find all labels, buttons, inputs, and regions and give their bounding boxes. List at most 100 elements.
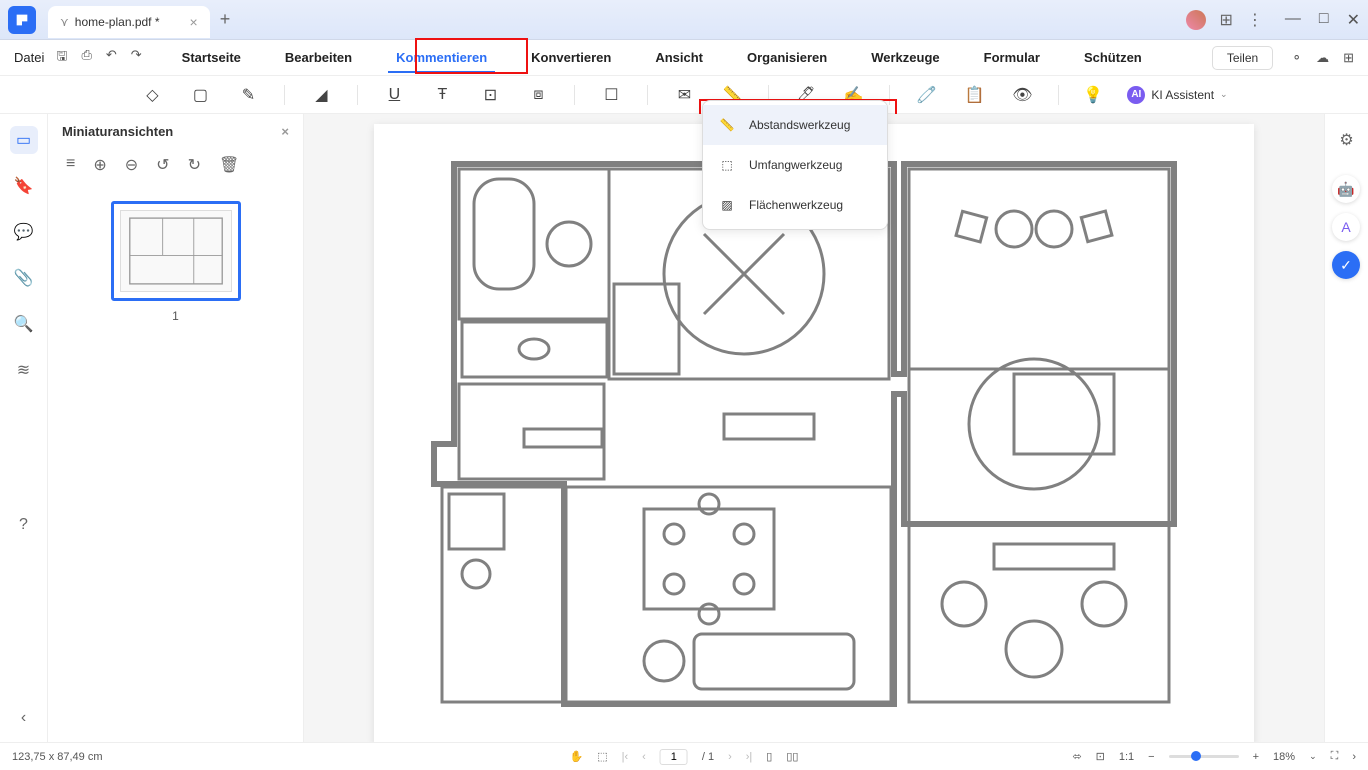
expand-right-icon[interactable]: ›: [1352, 751, 1356, 763]
callout-icon[interactable]: ⧈: [526, 83, 550, 107]
cursor-coordinates: 123,75 x 87,49 cm: [12, 751, 103, 763]
dropdown-umfang[interactable]: ⬚ Umfangwerkzeug: [703, 145, 887, 185]
comments-tab-icon[interactable]: 💬: [10, 218, 38, 246]
user-avatar[interactable]: [1186, 10, 1206, 30]
print-icon[interactable]: ⎙: [81, 47, 91, 69]
close-panel-icon[interactable]: ×: [281, 124, 289, 139]
menu-schuetzen[interactable]: Schützen: [1076, 46, 1150, 69]
dropdown-flaeche[interactable]: ▨ Flächenwerkzeug: [703, 185, 887, 225]
thumb-zoom-in-icon[interactable]: ⊕: [93, 155, 106, 175]
textbox-icon[interactable]: ⊡: [478, 83, 502, 107]
fit-page-icon[interactable]: ⊡: [1096, 750, 1105, 763]
perimeter-icon: ⬚: [717, 155, 737, 175]
feedback-icon[interactable]: ⊞: [1220, 10, 1233, 30]
menu-konvertieren[interactable]: Konvertieren: [523, 46, 619, 69]
attachments-tab-icon[interactable]: 📎: [10, 264, 38, 292]
titlebar: ⋎ home-plan.pdf * × + ⊞ ⋮ — □ ✕: [0, 0, 1368, 40]
zoom-out-icon[interactable]: −: [1148, 751, 1154, 763]
thumbnails-title: Miniaturansichten: [62, 124, 173, 139]
minimize-button[interactable]: —: [1285, 10, 1301, 30]
thumb-zoom-out-icon[interactable]: ⊖: [125, 155, 138, 175]
prev-page-icon[interactable]: ‹: [642, 751, 646, 763]
attach-icon[interactable]: 🧷: [914, 83, 938, 107]
menu-organisieren[interactable]: Organisieren: [739, 46, 835, 69]
shape-icon[interactable]: ☐: [599, 83, 623, 107]
more-icon[interactable]: ⋮: [1247, 10, 1263, 30]
zoom-slider[interactable]: [1169, 755, 1239, 758]
area-icon: ▨: [717, 195, 737, 215]
help-icon[interactable]: ?: [10, 511, 38, 539]
select-tool-icon[interactable]: ⬚: [597, 750, 607, 763]
ai-bubble-icon[interactable]: 🤖: [1332, 175, 1360, 203]
left-sidebar-rail: ▭ 🔖 💬 📎 🔍 ≋ ? ‹: [0, 114, 48, 742]
floorplan-drawing: [394, 144, 1234, 724]
menu-file[interactable]: Datei: [14, 50, 44, 65]
thumbnails-panel: Miniaturansichten × ≡ ⊕ ⊖ ↺ ↻ 🗑 1: [48, 114, 304, 742]
zoom-in-icon[interactable]: +: [1253, 751, 1259, 763]
statusbar: 123,75 x 87,49 cm ✋ ⬚ |‹ ‹ / 1 › ›| ▯ ▯▯…: [0, 742, 1368, 770]
thumb-rotate-left-icon[interactable]: ↺: [156, 155, 169, 175]
menu-ansicht[interactable]: Ansicht: [647, 46, 711, 69]
two-page-icon[interactable]: ▯▯: [786, 750, 798, 763]
undo-icon[interactable]: ↶: [106, 47, 117, 69]
search-tab-icon[interactable]: 🔍: [10, 310, 38, 338]
measure-dropdown: 📏 Abstandswerkzeug ⬚ Umfangwerkzeug ▨ Fl…: [702, 100, 888, 230]
page-total: / 1: [702, 751, 714, 763]
thumb-list-icon[interactable]: ≡: [66, 155, 75, 175]
tab-close-icon[interactable]: ×: [190, 14, 198, 30]
properties-icon[interactable]: ⚙: [1333, 126, 1361, 154]
fit-width-icon[interactable]: ⬄: [1072, 750, 1081, 763]
comment-toolbar: ◇ ▢ ✎ ◢ U Ŧ ⊡ ⧈ ☐ ✉ 📏 🖊 ✍ 🧷 📋 👁 💡 AI KI …: [0, 76, 1368, 114]
app-grid-icon[interactable]: ⊞: [1343, 50, 1354, 66]
menu-formular[interactable]: Formular: [976, 46, 1048, 69]
share-button[interactable]: Teilen: [1212, 46, 1273, 70]
hand-tool-icon[interactable]: ✋: [570, 750, 584, 763]
menubar: Datei 🖫 ⎙ ↶ ↷ Startseite Bearbeiten Komm…: [0, 40, 1368, 76]
save-icon[interactable]: 🖫: [56, 47, 67, 69]
collapse-sidebar-icon[interactable]: ‹: [10, 704, 38, 732]
show-comments-icon[interactable]: 👁: [1010, 83, 1034, 107]
document-tab[interactable]: ⋎ home-plan.pdf * ×: [48, 6, 210, 38]
dropdown-abstand[interactable]: 📏 Abstandswerkzeug: [703, 105, 887, 145]
zoom-level[interactable]: 18%: [1273, 751, 1295, 763]
note-icon[interactable]: ▢: [188, 83, 212, 107]
redo-icon[interactable]: ↷: [131, 47, 142, 69]
pencil-icon[interactable]: ✎: [236, 83, 260, 107]
strikeout-icon[interactable]: Ŧ: [430, 83, 454, 107]
cloud-icon[interactable]: ☁: [1316, 50, 1329, 66]
actual-size-icon[interactable]: 1:1: [1119, 751, 1134, 763]
thumbnails-tab-icon[interactable]: ▭: [10, 126, 38, 154]
lightbulb-icon[interactable]: 💡: [1083, 85, 1103, 105]
stamp-icon[interactable]: ✉: [672, 83, 696, 107]
thumb-delete-icon[interactable]: 🗑: [219, 155, 239, 175]
check-bubble-icon[interactable]: ✓: [1332, 251, 1360, 279]
highlight-icon[interactable]: ◇: [140, 83, 164, 107]
add-tab-button[interactable]: +: [220, 9, 231, 30]
menu-werkzeuge[interactable]: Werkzeuge: [863, 46, 947, 69]
first-page-icon[interactable]: |‹: [622, 751, 629, 763]
single-page-icon[interactable]: ▯: [766, 750, 772, 763]
ruler-icon: 📏: [717, 115, 737, 135]
next-page-icon[interactable]: ›: [728, 751, 732, 763]
tab-filename: home-plan.pdf *: [75, 15, 160, 29]
ai-assistant-button[interactable]: AI KI Assistent ⌄: [1127, 86, 1227, 104]
app-logo[interactable]: [8, 6, 36, 34]
menu-startseite[interactable]: Startseite: [174, 46, 249, 69]
menu-bearbeiten[interactable]: Bearbeiten: [277, 46, 360, 69]
fullscreen-icon[interactable]: ⛶: [1331, 750, 1339, 763]
page-number-input[interactable]: [660, 749, 688, 765]
thumbnail-page-number: 1: [172, 309, 179, 323]
menu-kommentieren[interactable]: Kommentieren: [388, 46, 495, 69]
thumb-rotate-right-icon[interactable]: ↻: [188, 155, 201, 175]
page-thumbnail-1[interactable]: [111, 201, 241, 301]
last-page-icon[interactable]: ›|: [746, 751, 753, 763]
bookmarks-tab-icon[interactable]: 🔖: [10, 172, 38, 200]
close-window-button[interactable]: ✕: [1347, 10, 1360, 30]
maximize-button[interactable]: □: [1319, 10, 1329, 30]
share-link-icon[interactable]: ⚬: [1291, 50, 1302, 66]
layers-tab-icon[interactable]: ≋: [10, 356, 38, 384]
eraser-icon[interactable]: ◢: [309, 83, 333, 107]
underline-icon[interactable]: U: [382, 83, 406, 107]
clipboard-icon[interactable]: 📋: [962, 83, 986, 107]
translate-bubble-icon[interactable]: A: [1332, 213, 1360, 241]
